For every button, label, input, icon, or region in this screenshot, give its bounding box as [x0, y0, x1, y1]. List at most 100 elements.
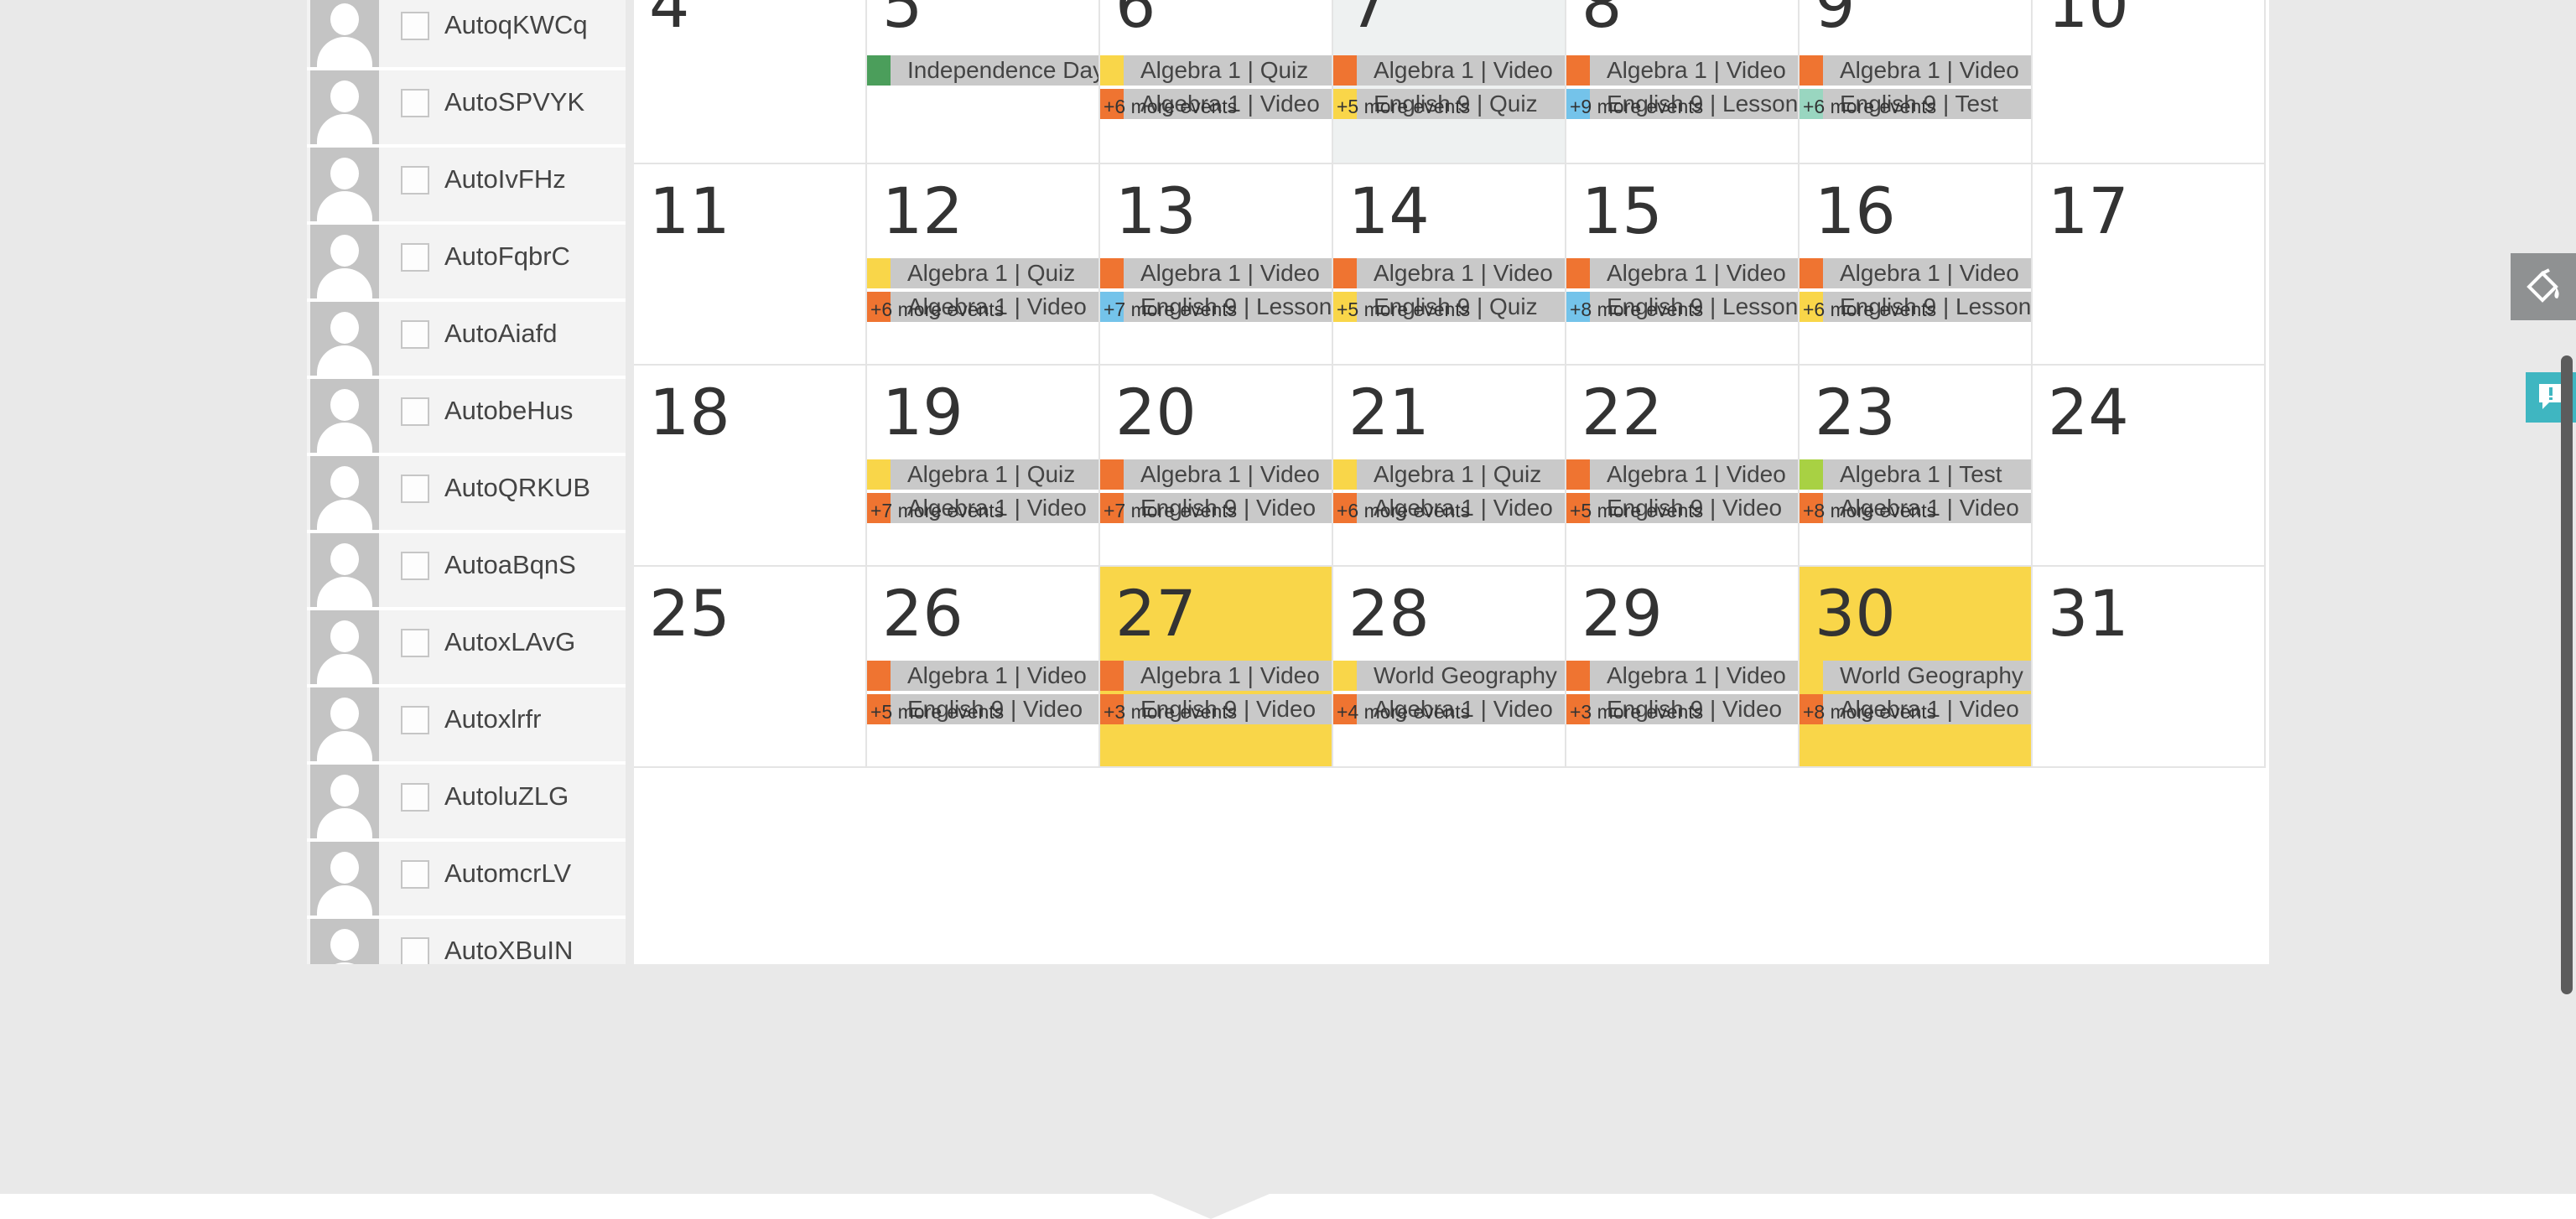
- student-checkbox[interactable]: [401, 706, 429, 734]
- calendar-event[interactable]: Algebra 1 | Quiz: [867, 459, 1098, 490]
- calendar-event[interactable]: World Geography: [1800, 661, 2031, 691]
- student-row[interactable]: AutoluZLG: [307, 765, 626, 842]
- calendar-day-cell[interactable]: 26 Algebra 1 | Video English 9 | Video +5 m…: [867, 567, 1100, 768]
- student-row[interactable]: AutobeHus: [307, 379, 626, 456]
- student-checkbox[interactable]: [401, 397, 429, 426]
- student-row[interactable]: AutoFqbrC: [307, 225, 626, 302]
- calendar-event[interactable]: Algebra 1 | Video: [1100, 459, 1332, 490]
- calendar-event[interactable]: Algebra 1 | Quiz: [1100, 55, 1332, 86]
- student-checkbox[interactable]: [401, 89, 429, 117]
- day-number: 25: [649, 576, 730, 651]
- student-row[interactable]: AutoXBuIN: [307, 919, 626, 964]
- calendar-day-cell[interactable]: 28 World Geography Algebra 1 | Video +4 mor…: [1333, 567, 1566, 768]
- student-row[interactable]: Autoxlrfr: [307, 687, 626, 765]
- calendar-day-cell[interactable]: 11: [634, 164, 867, 366]
- calendar-event[interactable]: Algebra 1 | Video: [1100, 661, 1332, 691]
- calendar-event[interactable]: Algebra 1 | Test: [1800, 459, 2031, 490]
- more-events-link[interactable]: +6 more events: [1337, 498, 1470, 523]
- calendar-day-cell[interactable]: 4: [634, 0, 867, 164]
- student-checkbox[interactable]: [401, 629, 429, 657]
- calendar-day-cell[interactable]: 14 Algebra 1 | Video English 9 | Quiz +5 mo…: [1333, 164, 1566, 366]
- more-events-link[interactable]: +6 more events: [1104, 94, 1237, 119]
- calendar-event[interactable]: Algebra 1 | Video: [867, 661, 1098, 691]
- calendar-day-cell[interactable]: 16 Algebra 1 | Video English 9 | Lesson +6 …: [1800, 164, 2033, 366]
- more-events-link[interactable]: +6 more events: [1803, 94, 1936, 119]
- calendar-event[interactable]: Algebra 1 | Video: [1566, 258, 1798, 288]
- more-events-link[interactable]: +7 more events: [1104, 498, 1237, 523]
- student-checkbox[interactable]: [401, 937, 429, 964]
- calendar-day-cell[interactable]: 15 Algebra 1 | Video English 9 | Lesson +8 …: [1566, 164, 1800, 366]
- student-checkbox[interactable]: [401, 552, 429, 580]
- more-events-link[interactable]: +5 more events: [870, 699, 1004, 724]
- calendar-event[interactable]: Algebra 1 | Video: [1566, 661, 1798, 691]
- more-events-link[interactable]: +5 more events: [1570, 498, 1703, 523]
- calendar-day-cell[interactable]: 27 Algebra 1 | Video English 9 | Video +3 m…: [1100, 567, 1333, 768]
- calendar-event[interactable]: Algebra 1 | Video: [1566, 55, 1798, 86]
- calendar-day-cell[interactable]: 29 Algebra 1 | Video English 9 | Video +3 m…: [1566, 567, 1800, 768]
- event-label: World Geography: [1840, 662, 2023, 688]
- more-events-link[interactable]: +4 more events: [1337, 699, 1470, 724]
- day-number: 27: [1115, 576, 1197, 651]
- calendar-day-cell[interactable]: 10: [2033, 0, 2266, 164]
- student-row[interactable]: AutoaBqnS: [307, 533, 626, 610]
- calendar-event[interactable]: World Geography: [1333, 661, 1565, 691]
- calendar-day-cell[interactable]: 5 Independence Day: [867, 0, 1100, 164]
- calendar-event[interactable]: Algebra 1 | Quiz: [1333, 459, 1565, 490]
- calendar-day-cell[interactable]: 25: [634, 567, 867, 768]
- student-row[interactable]: AutoQRKUB: [307, 456, 626, 533]
- theme-tool-tab[interactable]: [2511, 253, 2576, 320]
- calendar-day-cell[interactable]: 8 Algebra 1 | Video English 9 | Lesson +9 m…: [1566, 0, 1800, 164]
- student-checkbox[interactable]: [401, 12, 429, 40]
- calendar-event[interactable]: Algebra 1 | Video: [1800, 55, 2031, 86]
- calendar-event[interactable]: Algebra 1 | Quiz: [867, 258, 1098, 288]
- calendar-day-cell[interactable]: 7 Algebra 1 | Video English 9 | Quiz +5 mor…: [1333, 0, 1566, 164]
- day-number: 19: [882, 375, 963, 449]
- calendar-day-cell[interactable]: 6 Algebra 1 | Quiz Algebra 1 | Video +6 mor…: [1100, 0, 1333, 164]
- more-events-link[interactable]: +6 more events: [870, 297, 1004, 322]
- calendar-day-cell[interactable]: 20 Algebra 1 | Video English 9 | Video +7 m…: [1100, 366, 1333, 567]
- more-events-link[interactable]: +3 more events: [1570, 699, 1703, 724]
- calendar-day-cell[interactable]: 30 World Geography Algebra 1 | Video +8 mor…: [1800, 567, 2033, 768]
- student-row[interactable]: AutomcrLV: [307, 842, 626, 919]
- student-row[interactable]: AutoAiafd: [307, 302, 626, 379]
- calendar-day-cell[interactable]: 13 Algebra 1 | Video English 9 | Lesson +7 …: [1100, 164, 1333, 366]
- more-events-link[interactable]: +7 more events: [1104, 297, 1237, 322]
- calendar-day-cell[interactable]: 21 Algebra 1 | Quiz Algebra 1 | Video +6 mo…: [1333, 366, 1566, 567]
- more-events-link[interactable]: +5 more events: [1337, 297, 1470, 322]
- more-events-link[interactable]: +8 more events: [1803, 498, 1936, 523]
- more-events-link[interactable]: +6 more events: [1803, 297, 1936, 322]
- calendar-day-cell[interactable]: 17: [2033, 164, 2266, 366]
- student-checkbox[interactable]: [401, 166, 429, 195]
- student-row[interactable]: AutoqKWCq: [307, 0, 626, 70]
- calendar-event[interactable]: Algebra 1 | Video: [1100, 258, 1332, 288]
- student-list: AutoqKWCq AutoSPVYK AutoIvFHz AutoFqbrC Auto…: [307, 0, 626, 964]
- calendar-event[interactable]: Independence Day: [867, 55, 1098, 86]
- student-checkbox[interactable]: [401, 475, 429, 503]
- calendar-day-cell[interactable]: 19 Algebra 1 | Quiz Algebra 1 | Video +7 mo…: [867, 366, 1100, 567]
- student-row[interactable]: AutoxLAvG: [307, 610, 626, 687]
- calendar-event[interactable]: Algebra 1 | Video: [1800, 258, 2031, 288]
- calendar-day-cell[interactable]: 18: [634, 366, 867, 567]
- calendar-event[interactable]: Algebra 1 | Video: [1333, 258, 1565, 288]
- page-scrollbar[interactable]: [2561, 355, 2573, 994]
- more-events-link[interactable]: +8 more events: [1803, 699, 1936, 724]
- student-row[interactable]: AutoIvFHz: [307, 148, 626, 225]
- calendar-day-cell[interactable]: 31: [2033, 567, 2266, 768]
- calendar-day-cell[interactable]: 22 Algebra 1 | Video English 9 | Video +5 m…: [1566, 366, 1800, 567]
- calendar-day-cell[interactable]: 23 Algebra 1 | Test Algebra 1 | Video +8 mo…: [1800, 366, 2033, 567]
- student-checkbox[interactable]: [401, 243, 429, 272]
- student-checkbox[interactable]: [401, 320, 429, 349]
- more-events-link[interactable]: +8 more events: [1570, 297, 1703, 322]
- calendar-event[interactable]: Algebra 1 | Video: [1566, 459, 1798, 490]
- student-checkbox[interactable]: [401, 860, 429, 889]
- calendar-day-cell[interactable]: 12 Algebra 1 | Quiz Algebra 1 | Video +6 mo…: [867, 164, 1100, 366]
- more-events-link[interactable]: +5 more events: [1337, 94, 1470, 119]
- calendar-day-cell[interactable]: 9 Algebra 1 | Video English 9 | Test +6 mor…: [1800, 0, 2033, 164]
- calendar-day-cell[interactable]: 24: [2033, 366, 2266, 567]
- calendar-event[interactable]: Algebra 1 | Video: [1333, 55, 1565, 86]
- student-checkbox[interactable]: [401, 783, 429, 812]
- more-events-link[interactable]: +9 more events: [1570, 94, 1703, 119]
- more-events-link[interactable]: +7 more events: [870, 498, 1004, 523]
- student-row[interactable]: AutoSPVYK: [307, 70, 626, 148]
- more-events-link[interactable]: +3 more events: [1104, 699, 1237, 724]
